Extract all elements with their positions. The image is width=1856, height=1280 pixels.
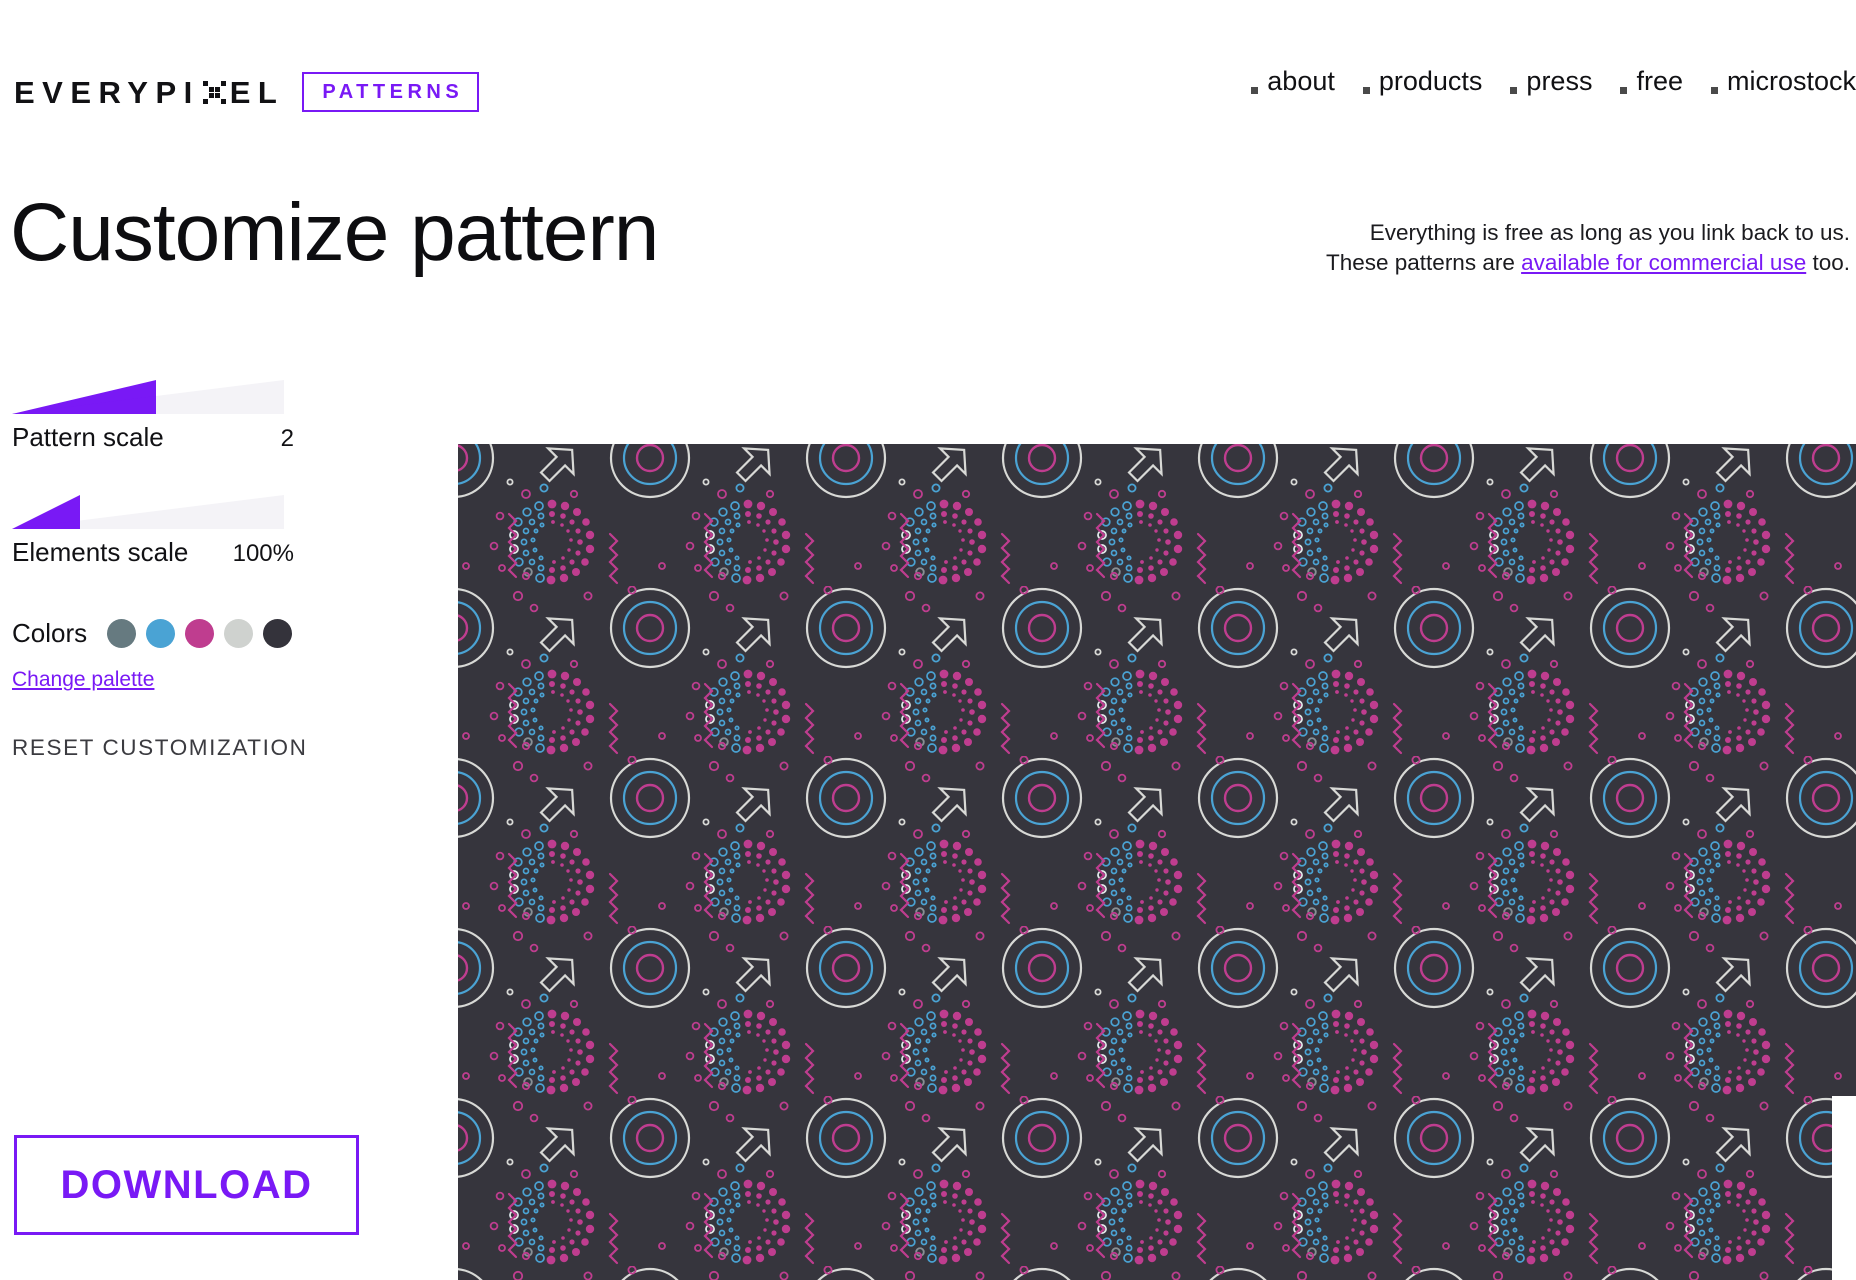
square-bullet-icon — [1710, 86, 1718, 94]
color-swatches — [107, 619, 293, 648]
swatch-light-gray[interactable] — [224, 619, 254, 648]
colors-label: Colors — [12, 618, 88, 648]
brand-logo[interactable]: EVERYPI EL PATTERNS — [14, 72, 480, 112]
pattern-scale-row: Pattern scale 2 — [12, 422, 294, 453]
square-bullet-icon — [1510, 86, 1518, 94]
nav-item-about[interactable]: about — [1241, 66, 1335, 97]
customization-sidebar: Pattern scale 2 Elements scale 100% Colo… — [0, 380, 390, 761]
elements-scale-slider[interactable] — [12, 495, 284, 529]
slider-track-fill — [12, 495, 80, 529]
pattern-preview-svg — [458, 444, 1856, 1280]
pattern-scale-group: Pattern scale 2 — [0, 380, 390, 453]
brand-text-part2: EL — [229, 74, 285, 110]
nav-label: microstock — [1726, 66, 1856, 96]
square-bullet-icon — [1362, 86, 1370, 94]
notice-text-after-link: too. — [1806, 249, 1850, 275]
pattern-scale-slider[interactable] — [12, 380, 284, 414]
nav-item-products[interactable]: products — [1353, 66, 1483, 97]
pattern-scale-value: 2 — [280, 425, 294, 452]
colors-row: Colors — [0, 618, 390, 649]
square-bullet-icon — [1251, 86, 1259, 94]
nav-item-microstock[interactable]: microstock — [1701, 66, 1856, 97]
patterns-badge[interactable]: PATTERNS — [302, 72, 480, 112]
pixel-x-icon — [202, 79, 228, 105]
swatch-charcoal[interactable] — [263, 619, 293, 648]
free-usage-notice: Everything is free as long as you link b… — [1326, 218, 1850, 278]
nav-item-press[interactable]: press — [1500, 66, 1592, 97]
brand-text-part1: EVERYPI — [14, 74, 200, 110]
elements-scale-group: Elements scale 100% — [0, 495, 390, 568]
swatch-blue[interactable] — [146, 619, 176, 648]
swatch-slate[interactable] — [107, 619, 137, 648]
slider-track-fill — [12, 380, 157, 414]
notice-line-2: These patterns are available for commerc… — [1326, 248, 1850, 278]
square-bullet-icon — [1620, 86, 1628, 94]
notice-line-1: Everything is free as long as you link b… — [1369, 220, 1850, 245]
pattern-scale-label: Pattern scale — [12, 422, 164, 452]
download-button[interactable]: DOWNLOAD — [14, 1135, 359, 1235]
elements-scale-row: Elements scale 100% — [12, 537, 294, 568]
page-title: Customize pattern — [10, 187, 659, 278]
elements-scale-value: 100% — [232, 540, 294, 567]
reset-customization-button[interactable]: RESET CUSTOMIZATION — [0, 735, 390, 761]
pattern-preview[interactable] — [458, 444, 1856, 1280]
notice-text-before-link: These patterns are — [1325, 249, 1522, 275]
right-edge-panel — [1832, 1096, 1856, 1280]
change-palette-link[interactable]: Change palette — [0, 668, 166, 692]
site-header: EVERYPI EL PATTERNS about products press — [0, 0, 1856, 150]
swatch-magenta[interactable] — [185, 619, 215, 648]
nav-label: press — [1526, 66, 1593, 96]
nav-label: about — [1267, 66, 1335, 96]
brand-wordmark: EVERYPI EL — [14, 77, 284, 108]
nav-label: free — [1636, 66, 1683, 96]
nav-item-free[interactable]: free — [1610, 66, 1683, 97]
nav-label: products — [1378, 66, 1483, 96]
main-nav: about products press free microstock — [1223, 66, 1856, 97]
commercial-use-link[interactable]: available for commercial use — [1521, 250, 1806, 275]
elements-scale-label: Elements scale — [12, 537, 189, 567]
